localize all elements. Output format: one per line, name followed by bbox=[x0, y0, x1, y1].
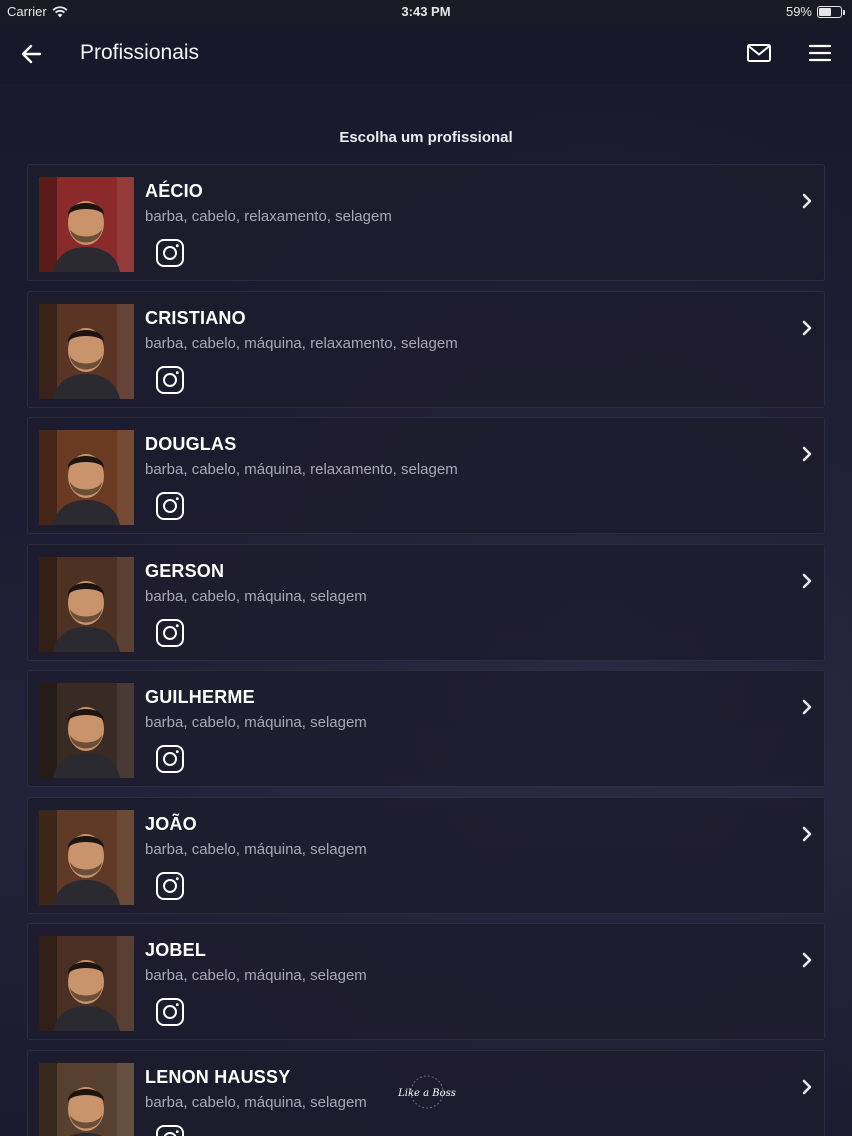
professional-photo bbox=[39, 430, 134, 525]
instagram-icon[interactable] bbox=[155, 365, 185, 395]
professional-services: barba, cabelo, máquina, selagem bbox=[145, 967, 367, 984]
professional-photo bbox=[39, 936, 134, 1031]
brand-logo-watermark: Like a Boss bbox=[398, 1075, 456, 1109]
chevron-right-icon bbox=[802, 1079, 812, 1094]
screen: Carrier 3:43 PM 59% Profissionais Escolh… bbox=[0, 0, 852, 1136]
professional-card-3[interactable]: DOUGLAS barba, cabelo, máquina, relaxame… bbox=[27, 417, 825, 534]
instagram-icon[interactable] bbox=[155, 871, 185, 901]
professional-photo bbox=[39, 683, 134, 778]
professional-card-7[interactable]: JOBEL barba, cabelo, máquina, selagem bbox=[27, 923, 825, 1040]
professional-photo bbox=[39, 303, 134, 399]
hamburger-menu-icon[interactable] bbox=[808, 43, 832, 63]
chevron-right-icon bbox=[802, 826, 812, 841]
professional-name: JOÃO bbox=[145, 813, 197, 834]
section-title: Escolha um profissional bbox=[339, 129, 513, 146]
brand-logo-text: Like a Boss bbox=[398, 1088, 456, 1099]
chevron-right-icon bbox=[802, 193, 812, 209]
chevron-right-icon bbox=[802, 446, 812, 462]
professional-services: barba, cabelo, máquina, selagem bbox=[145, 1093, 367, 1111]
professionals-list: AÉCIO barba, cabelo, relaxamento, selage… bbox=[27, 164, 825, 1136]
mail-icon[interactable] bbox=[746, 42, 772, 64]
instagram-icon[interactable] bbox=[155, 1124, 185, 1136]
professional-card-2[interactable]: CRISTIANO barba, cabelo, máquina, relaxa… bbox=[27, 290, 825, 408]
professional-name: AÉCIO bbox=[145, 181, 204, 201]
professional-name: GERSON bbox=[145, 560, 225, 581]
instagram-icon[interactable] bbox=[155, 744, 185, 774]
arrow-left-icon[interactable] bbox=[18, 41, 46, 67]
professional-name: LENON HAUSSY bbox=[145, 1066, 291, 1087]
battery-percent: 59% bbox=[785, 4, 812, 19]
professional-services: barba, cabelo, máquina, relaxamento, sel… bbox=[145, 334, 458, 352]
chevron-right-icon bbox=[802, 952, 812, 968]
professional-name: DOUGLAS bbox=[145, 434, 237, 454]
page-title: Profissionais bbox=[80, 41, 200, 64]
instagram-icon[interactable] bbox=[155, 618, 185, 648]
professional-photo bbox=[39, 177, 134, 272]
nav-bar: Profissionais bbox=[0, 24, 852, 84]
status-battery-group: 59% bbox=[785, 4, 845, 19]
professional-services: barba, cabelo, máquina, selagem bbox=[145, 840, 367, 858]
professional-name: GUILHERME bbox=[145, 687, 255, 707]
professional-photo bbox=[39, 1062, 134, 1136]
professional-photo bbox=[39, 809, 134, 905]
instagram-icon[interactable] bbox=[155, 997, 185, 1027]
battery-icon bbox=[817, 5, 845, 18]
chevron-right-icon bbox=[802, 699, 812, 715]
professional-name: CRISTIANO bbox=[145, 307, 246, 328]
professional-services: barba, cabelo, máquina, selagem bbox=[145, 587, 367, 605]
instagram-icon[interactable] bbox=[155, 238, 185, 268]
status-bar: Carrier 3:43 PM 59% bbox=[0, 0, 852, 24]
chevron-right-icon bbox=[802, 320, 812, 335]
professional-services: barba, cabelo, relaxamento, selagem bbox=[145, 208, 392, 225]
status-time: 3:43 PM bbox=[401, 4, 451, 19]
professional-name: JOBEL bbox=[145, 940, 207, 960]
professional-photo bbox=[39, 556, 134, 652]
professional-card-1[interactable]: AÉCIO barba, cabelo, relaxamento, selage… bbox=[27, 164, 825, 281]
professional-card-4[interactable]: GERSON barba, cabelo, máquina, selagem bbox=[27, 543, 825, 661]
battery-level bbox=[819, 7, 832, 16]
professional-card-5[interactable]: GUILHERME barba, cabelo, máquina, selage… bbox=[27, 670, 825, 787]
instagram-icon[interactable] bbox=[155, 491, 185, 521]
professional-services: barba, cabelo, máquina, selagem bbox=[145, 714, 367, 731]
chevron-right-icon bbox=[802, 573, 812, 588]
professional-card-6[interactable]: JOÃO barba, cabelo, máquina, selagem bbox=[27, 796, 825, 914]
professional-services: barba, cabelo, máquina, relaxamento, sel… bbox=[145, 461, 458, 478]
